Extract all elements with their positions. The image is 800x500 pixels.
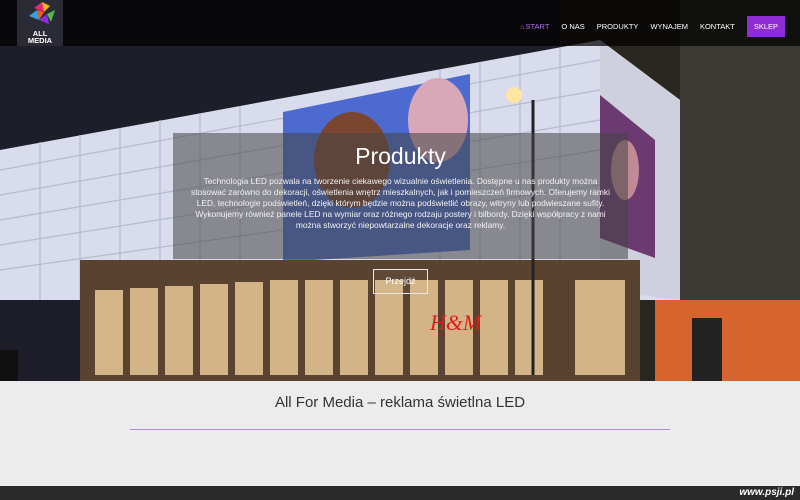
main-navigation: ⌂START O NAS PRODUKTY WYNAJEM KONTAKT SK… [508, 16, 785, 37]
nav-item-start-label: START [525, 22, 550, 31]
store-sign-text: H&M [429, 310, 483, 335]
page-tagline: All For Media – reklama świetlna LED [274, 394, 526, 411]
nav-item-o-nas[interactable]: O NAS [561, 22, 584, 31]
logo-line-2: MEDIA [27, 36, 53, 45]
hero-cta-button[interactable]: Przejdź [373, 269, 428, 294]
logo-text: ALL MEDIA [17, 30, 63, 45]
hero-title: Produkty [355, 143, 446, 169]
hero-content-box: Produkty Technologia LED pozwala na twor… [173, 133, 628, 259]
site-watermark: www.psji.pl [739, 487, 794, 498]
hero-banner: H&M ALL MEDIA ⌂START O NAS PRODUKTY WYNA… [0, 0, 800, 381]
top-navbar: ALL MEDIA ⌂START O NAS PRODUKTY WYNAJEM … [0, 0, 800, 46]
shop-button[interactable]: SKLEP [746, 16, 785, 37]
home-icon: ⌂ [520, 24, 525, 31]
brand-logo[interactable]: ALL MEDIA [17, 0, 63, 46]
nav-item-wynajem[interactable]: WYNAJEM [650, 22, 688, 31]
nav-item-start[interactable]: ⌂START [520, 22, 549, 31]
hero-description: Technologia LED pozwala na tworzenie cie… [191, 176, 610, 230]
footer-strip [0, 486, 800, 500]
nav-item-produkty[interactable]: PRODUKTY [597, 22, 639, 31]
logo-mark-icon [29, 2, 55, 24]
tagline-divider [130, 429, 670, 430]
nav-item-kontakt[interactable]: KONTAKT [700, 22, 735, 31]
